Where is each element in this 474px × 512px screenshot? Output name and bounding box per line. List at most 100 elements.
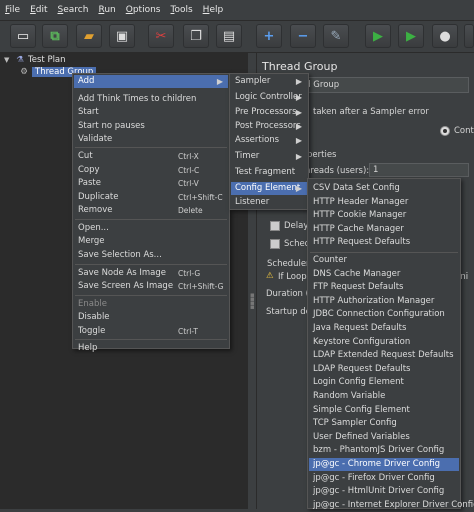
menu-edit[interactable]: Edit xyxy=(25,5,52,15)
menu-tools[interactable]: Tools xyxy=(165,5,197,15)
config-item-http-authorization-manager[interactable]: HTTP Authorization Manager xyxy=(309,295,459,308)
stop-icon[interactable]: ● xyxy=(432,24,458,48)
menu-item-paste[interactable]: Paste Ctrl-V xyxy=(74,177,228,190)
config-item-http-header-manager[interactable]: HTTP Header Manager xyxy=(309,196,459,209)
shortcut-label: Delete xyxy=(178,206,203,215)
add-item-post-processors[interactable]: Post Processors ▶ xyxy=(231,120,307,133)
menu-separator xyxy=(75,147,227,148)
config-item-dns-cache-manager[interactable]: DNS Cache Manager xyxy=(309,268,459,281)
config-item-tcp-sampler-config[interactable]: TCP Sampler Config xyxy=(309,417,459,430)
start-no-pauses-icon[interactable]: ▶ xyxy=(398,24,424,48)
config-item-counter[interactable]: Counter xyxy=(309,254,459,267)
delay-checkbox[interactable] xyxy=(270,221,280,231)
menu-item-start[interactable]: Start xyxy=(74,106,228,119)
menu-item-copy[interactable]: Copy Ctrl-C xyxy=(74,164,228,177)
config-item-user-defined-variables[interactable]: User Defined Variables xyxy=(309,431,459,444)
config-item-random-variable[interactable]: Random Variable xyxy=(309,390,459,403)
scheduler-label: Scheduler xyxy=(267,259,310,269)
test-plan-icon: ⚗ xyxy=(16,54,24,65)
menu-options[interactable]: Options xyxy=(121,5,166,15)
shortcut-label: Ctrl-C xyxy=(178,166,200,175)
submenu-arrow-icon: ▶ xyxy=(295,152,302,161)
continue-radio[interactable] xyxy=(440,126,450,136)
submenu-arrow-icon: ▶ xyxy=(295,77,302,86)
menu-item-merge[interactable]: Merge xyxy=(74,235,228,248)
continue-label: Conti xyxy=(454,126,474,136)
menu-item-save-node-as-image[interactable]: Save Node As Image Ctrl-G xyxy=(74,267,228,280)
start-icon[interactable]: ▶ xyxy=(365,24,391,48)
config-item-http-cache-manager[interactable]: HTTP Cache Manager xyxy=(309,223,459,236)
menu-separator xyxy=(75,339,227,340)
expand-arrow-icon[interactable]: ▼ xyxy=(4,56,14,64)
menu-item-start-no-pauses[interactable]: Start no pauses xyxy=(74,120,228,133)
expand-icon[interactable]: + xyxy=(256,24,282,48)
collapse-icon[interactable]: − xyxy=(290,24,316,48)
config-item-java-request-defaults[interactable]: Java Request Defaults xyxy=(309,322,459,335)
config-item-http-cookie-manager[interactable]: HTTP Cookie Manager xyxy=(309,209,459,222)
shortcut-label: Ctrl-T xyxy=(178,327,198,336)
menu-item-disable[interactable]: Disable xyxy=(74,311,228,324)
threads-label: hreads (users): xyxy=(305,166,370,176)
config-item-jdbc-connection-configuration[interactable]: JDBC Connection Configuration xyxy=(309,308,459,321)
tree-label-test-plan: Test Plan xyxy=(28,54,66,65)
menu-item-validate[interactable]: Validate xyxy=(74,133,228,146)
shortcut-label: Ctrl-V xyxy=(178,179,199,188)
menu-item-toggle[interactable]: Toggle Ctrl-T xyxy=(74,325,228,338)
submenu-arrow-icon: ▶ xyxy=(295,108,302,117)
toggle-icon[interactable]: ✎ xyxy=(323,24,349,48)
menu-run[interactable]: Run xyxy=(93,5,120,15)
open-icon[interactable]: ▰ xyxy=(76,24,102,48)
toolbar: ▭ ⧉ ▰ ▣ ✂ ❐ ▤ + − ✎ ▶ ▶ ● xyxy=(0,21,474,53)
menu-search[interactable]: Search xyxy=(53,5,94,15)
menu-file[interactable]: File xyxy=(0,5,25,15)
config-item-ldap-request-defaults[interactable]: LDAP Request Defaults xyxy=(309,363,459,376)
shortcut-label: Ctrl-X xyxy=(178,152,199,161)
config-item-ftp-request-defaults[interactable]: FTP Request Defaults xyxy=(309,281,459,294)
add-item-logic-controller[interactable]: Logic Controller ▶ xyxy=(231,91,307,104)
config-item-simple-config-element[interactable]: Simple Config Element xyxy=(309,404,459,417)
config-item-jp-gc-internet-explorer-driver-config[interactable]: jp@gc - Internet Explorer Driver Config xyxy=(309,499,474,512)
add-item-config-element[interactable]: Config Element ▶ xyxy=(231,182,307,195)
config-item-ldap-extended-request-defaults[interactable]: LDAP Extended Request Defaults xyxy=(309,349,459,362)
templates-icon[interactable]: ⧉ xyxy=(42,24,68,48)
add-item-pre-processors[interactable]: Pre Processors ▶ xyxy=(231,106,307,119)
add-item-timer[interactable]: Timer ▶ xyxy=(231,150,307,163)
config-item-csv-data-set-config[interactable]: CSV Data Set Config xyxy=(309,182,459,195)
shortcut-label: Ctrl+Shift-G xyxy=(178,282,224,291)
menu-help[interactable]: Help xyxy=(198,5,229,15)
menu-item-add-think-times-to-children[interactable]: Add Think Times to children xyxy=(74,93,228,106)
config-item-bzm-phantomjs-driver-config[interactable]: bzm - PhantomJS Driver Config xyxy=(309,444,459,457)
submenu-arrow-icon: ▶ xyxy=(295,184,302,193)
menu-item-open[interactable]: Open... xyxy=(74,222,228,235)
new-icon[interactable]: ▭ xyxy=(10,24,36,48)
copy-icon[interactable]: ❐ xyxy=(183,24,209,48)
config-item-keystore-configuration[interactable]: Keystore Configuration xyxy=(309,336,459,349)
config-item-jp-gc-htmlunit-driver-config[interactable]: jp@gc - HtmlUnit Driver Config xyxy=(309,485,459,498)
menu-item-save-selection-as[interactable]: Save Selection As... xyxy=(74,249,228,262)
config-item-jp-gc-firefox-driver-config[interactable]: jp@gc - Firefox Driver Config xyxy=(309,472,459,485)
menu-item-cut[interactable]: Cut Ctrl-X xyxy=(74,150,228,163)
add-item-sampler[interactable]: Sampler ▶ xyxy=(231,75,307,88)
add-item-test-fragment[interactable]: Test Fragment xyxy=(231,166,307,179)
add-item-assertions[interactable]: Assertions ▶ xyxy=(231,134,307,147)
menu-item-remove[interactable]: Remove Delete xyxy=(74,204,228,217)
thread-group-gear-icon: ⚙ xyxy=(20,66,28,77)
name-field[interactable]: ad Group xyxy=(297,77,469,93)
config-item-http-request-defaults[interactable]: HTTP Request Defaults xyxy=(309,236,459,249)
menu-item-add[interactable]: Add ▶ xyxy=(74,75,228,88)
menu-item-enable[interactable]: Enable xyxy=(74,298,228,311)
save-icon[interactable]: ▣ xyxy=(109,24,135,48)
menu-item-help[interactable]: Help xyxy=(74,342,228,355)
menu-item-duplicate[interactable]: Duplicate Ctrl+Shift-C xyxy=(74,191,228,204)
submenu-arrow-icon: ▶ xyxy=(295,122,302,131)
shutdown-icon[interactable] xyxy=(464,24,474,48)
config-element-submenu: CSV Data Set Config HTTP Header Manager HT… xyxy=(307,178,474,512)
threads-input[interactable]: 1 xyxy=(369,163,469,177)
add-item-listener[interactable]: Listener xyxy=(231,196,307,209)
config-item-jp-gc-chrome-driver-config[interactable]: jp@gc - Chrome Driver Config xyxy=(309,458,459,471)
cut-icon[interactable]: ✂ xyxy=(148,24,174,48)
menu-item-save-screen-as-image[interactable]: Save Screen As Image Ctrl+Shift-G xyxy=(74,280,228,293)
scheduler-checkbox[interactable] xyxy=(270,239,280,249)
paste-icon[interactable]: ▤ xyxy=(216,24,242,48)
config-item-login-config-element[interactable]: Login Config Element xyxy=(309,376,459,389)
